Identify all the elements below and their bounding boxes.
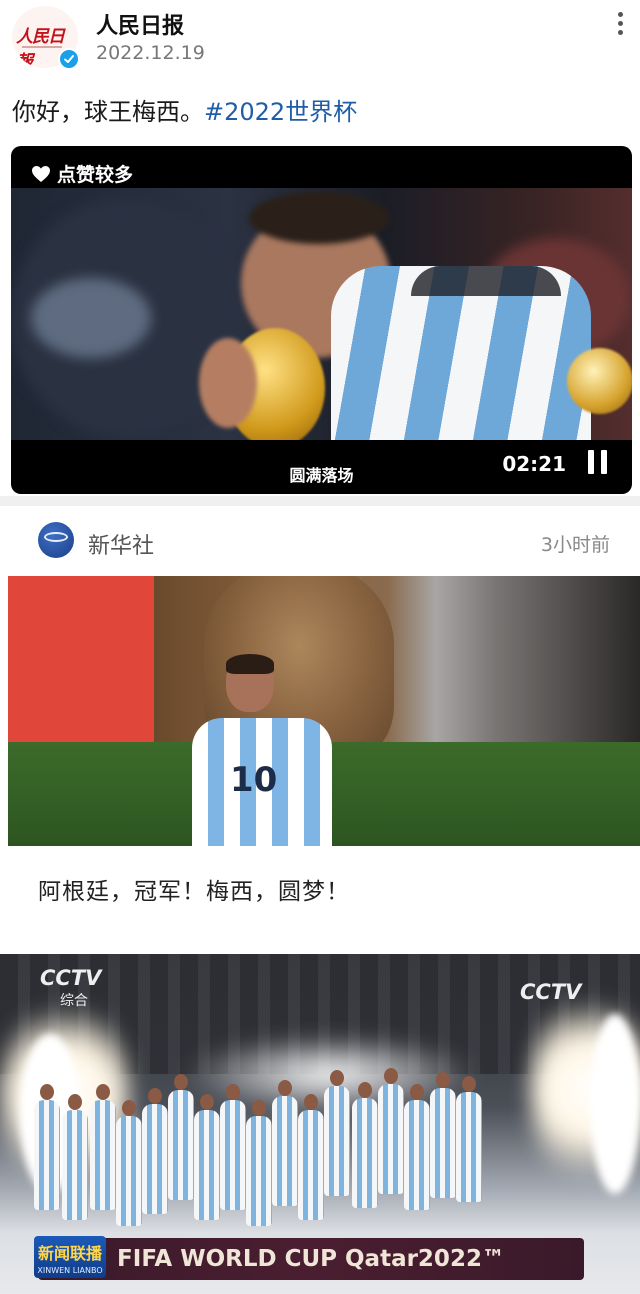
feed-separator (0, 496, 640, 506)
messi-photo[interactable]: 10 (8, 576, 640, 846)
xinhua-avatar[interactable] (38, 522, 74, 558)
post-time: 3小时前 (540, 534, 610, 556)
fifa-world-cup-banner: FIFA WORLD CUP Qatar2022™ (38, 1238, 584, 1280)
heart-icon (32, 165, 50, 182)
video-player[interactable]: 点赞较多 圆满落场 02:21 (11, 146, 632, 494)
cctv-channel-sub: 综合 (60, 993, 88, 1009)
video-timestamp: 02:21 (502, 452, 566, 476)
pause-icon[interactable] (588, 450, 608, 474)
popular-badge-label: 点赞较多 (57, 164, 134, 186)
account-name[interactable]: 人民日报 (96, 8, 184, 40)
jersey-number: 10 (230, 760, 278, 800)
red-screen-panel (8, 576, 154, 742)
cctv-logo-right: CCTV (520, 980, 582, 1004)
post1-header: 人民日報 人民日报 2022.12.19 (0, 0, 640, 80)
post2-header: 新华社 3小时前 (0, 506, 640, 576)
hashtag-link[interactable]: #2022世界杯 (204, 98, 357, 126)
verified-badge-icon (58, 48, 80, 70)
player-figure: 10 (192, 654, 342, 846)
popular-badge: 点赞较多 (31, 160, 133, 187)
post-text: 你好，球王梅西。#2022世界杯 (12, 92, 357, 127)
xinwen-lianbo-sub: XINWEN LIANBO (37, 1266, 103, 1275)
xinwen-lianbo-title: 新闻联播 (37, 1244, 102, 1263)
post-text-main: 你好，球王梅西。 (12, 98, 204, 126)
cctv-logo-left: CCTV (40, 966, 102, 990)
video-frame[interactable] (11, 188, 632, 440)
post-date: 2022.12.19 (96, 42, 205, 64)
xinwen-lianbo-badge: 新闻联播 XINWEN LIANBO (34, 1236, 106, 1278)
logo-underline (22, 46, 62, 48)
post-text: 阿根廷，冠军！梅西，圆梦！ (38, 879, 350, 905)
source-name[interactable]: 新华社 (88, 528, 154, 560)
more-options-icon[interactable] (614, 12, 626, 40)
globe-icon (44, 532, 68, 542)
